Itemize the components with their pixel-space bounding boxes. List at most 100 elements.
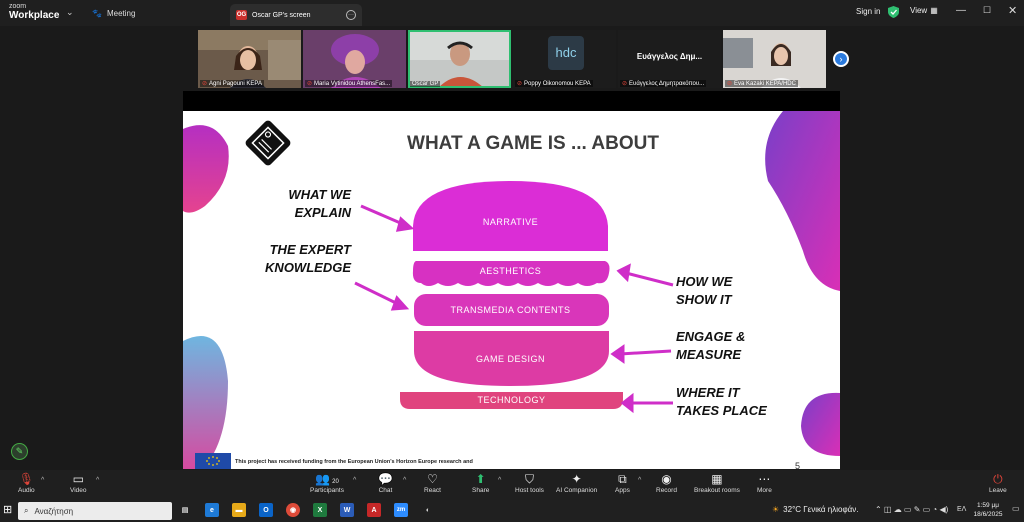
minimize-icon[interactable]: — [956,5,966,16]
ai-companion-button[interactable]: ✦ AI Companion [556,472,597,494]
more-icon: ⋯ [758,472,771,486]
clock-date: 18/6/2025 [973,511,1003,518]
decor-blob [183,336,228,469]
slide-number: 5 [795,461,801,469]
participants-label: Participants [310,487,344,494]
breakout-rooms-button[interactable]: ▦ Breakout rooms [694,472,740,494]
maximize-icon[interactable]: ☐ [983,5,991,16]
app-brand: Workplace [9,10,60,21]
participants-caret[interactable]: ^ [353,477,356,484]
paw-icon: 🐾 [92,8,102,18]
share-button[interactable]: ⬆ Share [472,472,489,494]
eu-flag-icon [195,453,231,469]
sun-icon: ☀ [772,505,780,514]
record-icon: ◉ [661,472,672,486]
participants-icon: 👥 20 [315,472,339,486]
svg-text:hdc: hdc [556,45,577,60]
participants-button[interactable]: 👥 20 Participants [310,472,344,494]
video-options-caret[interactable]: ^ [96,477,99,484]
audio-button[interactable]: 🎙 Audio [18,472,35,494]
participant-video[interactable]: hdc ⊘ Poppy Oikonomou KEPA [513,30,616,88]
ai-companion-label: AI Companion [556,487,598,494]
participants-strip: ⊘ Agni Pagouni KEPA ⊘ Maria Vytinidou Athe… [198,30,826,88]
heart-icon: ♡ [427,472,438,486]
mic-off-icon: ⊘ [517,81,523,87]
chat-label: Chat [378,487,393,494]
react-button[interactable]: ♡ React [424,472,441,494]
react-label: React [424,487,441,494]
participant-video[interactable]: ⊘ Eva Kazaki KEPA/HDC [723,30,826,88]
apps-icon: ⧉ [618,472,627,486]
meeting-label: Meeting [106,8,136,18]
meeting-menu-button[interactable]: 🐾 Meeting [92,6,135,20]
label-engage-measure: ENGAGE & MEASURE [676,329,746,362]
sign-in-link[interactable]: Sign in [856,7,880,16]
more-icon[interactable]: ··· [346,10,356,20]
host-tools-label: Host tools [515,487,544,494]
participant-display-name: Ευάγγελος Δημ... [636,52,703,61]
chat-caret[interactable]: ^ [403,477,406,484]
excel-icon[interactable]: X [313,503,327,517]
edge-icon[interactable]: e [205,503,219,517]
shield-check-icon[interactable] [888,6,899,18]
chat-button[interactable]: 💬 Chat [378,472,393,494]
chevron-down-icon[interactable]: ⌄ [66,7,74,18]
mic-off-icon: ⊘ [307,81,313,87]
more-button[interactable]: ⋯ More [757,472,772,494]
notifications-icon[interactable]: ▭ [1012,504,1020,513]
weather-widget[interactable]: ☀ 32°C Γενικά ηλιοφάν. [772,505,858,514]
audio-options-caret[interactable]: ^ [41,477,44,484]
mic-off-icon: 🎙 [18,472,34,486]
chat-icon: 💬 [378,472,393,486]
participant-video[interactable]: ⊘ Agni Pagouni KEPA [198,30,301,88]
task-view-icon[interactable]: ▤ [178,503,192,517]
outlook-icon[interactable]: O [259,503,273,517]
apps-label: Apps [615,487,630,494]
annotate-pencil-button[interactable]: ✎ [11,443,28,460]
apps-caret[interactable]: ^ [638,477,641,484]
record-label: Record [656,487,677,494]
participant-name: ⊘ Agni Pagouni KEPA [200,80,264,87]
video-frame [408,30,511,88]
layer-aesthetics: AESTHETICS [479,266,542,276]
word-icon[interactable]: W [340,503,354,517]
zoom-icon[interactable]: zm [394,503,408,517]
leave-label: Leave [989,487,1007,494]
app-icon[interactable]: ◐ [421,503,435,517]
view-button[interactable]: View ▦ [910,6,938,15]
host-tools-button[interactable]: ⛉ Host tools [515,472,544,494]
system-tray-icons[interactable]: ⌃ ◫ ☁ ▭ ✎ ▭ ◔ ◀) [875,505,948,514]
grid-icon: ▦ [930,6,938,15]
layer-narrative: NARRATIVE [482,217,539,227]
share-tab-title: Oscar GP's screen [252,11,311,19]
leave-icon: ⏻ [993,472,1003,486]
participant-video[interactable]: Ευάγγελος Δημ... ⊘ Ευάγγελος Δημητρακόπου… [618,30,721,88]
participant-video-active[interactable]: Oscar GP [408,30,511,88]
share-caret[interactable]: ^ [498,477,501,484]
windows-start-icon[interactable]: ⊞ [3,503,12,516]
burger-narrative [413,181,608,251]
apps-button[interactable]: ⧉ Apps [615,472,630,494]
acrobat-icon[interactable]: A [367,503,381,517]
share-label: Share [472,487,490,494]
label-how-we-show-it: HOW WE SHOW IT [676,274,733,307]
audio-label: Audio [18,487,35,494]
close-icon[interactable]: ✕ [1008,4,1017,17]
language-indicator[interactable]: ΕΛ [957,506,966,513]
screen-share-tab[interactable]: OG Oscar GP's screen ··· [230,4,362,26]
folder-icon[interactable]: ▬ [232,503,246,517]
video-label: Video [70,487,87,494]
share-screen-icon: ⬆ [475,472,486,486]
next-page-button[interactable]: › [833,51,849,67]
participant-video[interactable]: ⊘ Maria Vytinidou AthensFas... [303,30,406,88]
chrome-icon[interactable]: ◉ [286,503,300,517]
video-button[interactable]: ▭ Video [70,472,87,494]
leave-button[interactable]: ⏻ Leave [989,472,1007,494]
taskbar-clock[interactable]: 1:59 μμ 18/6/2025 [968,501,1008,519]
grid-icon: ▦ [711,472,723,486]
record-button[interactable]: ◉ Record [656,472,677,494]
video-camera-icon: ▭ [72,472,84,486]
weather-text: 32°C Γενικά ηλιοφάν. [783,505,859,514]
taskbar-search-input[interactable]: ⌕ Αναζήτηση [18,502,172,520]
layer-technology: TECHNOLOGY [477,395,546,405]
